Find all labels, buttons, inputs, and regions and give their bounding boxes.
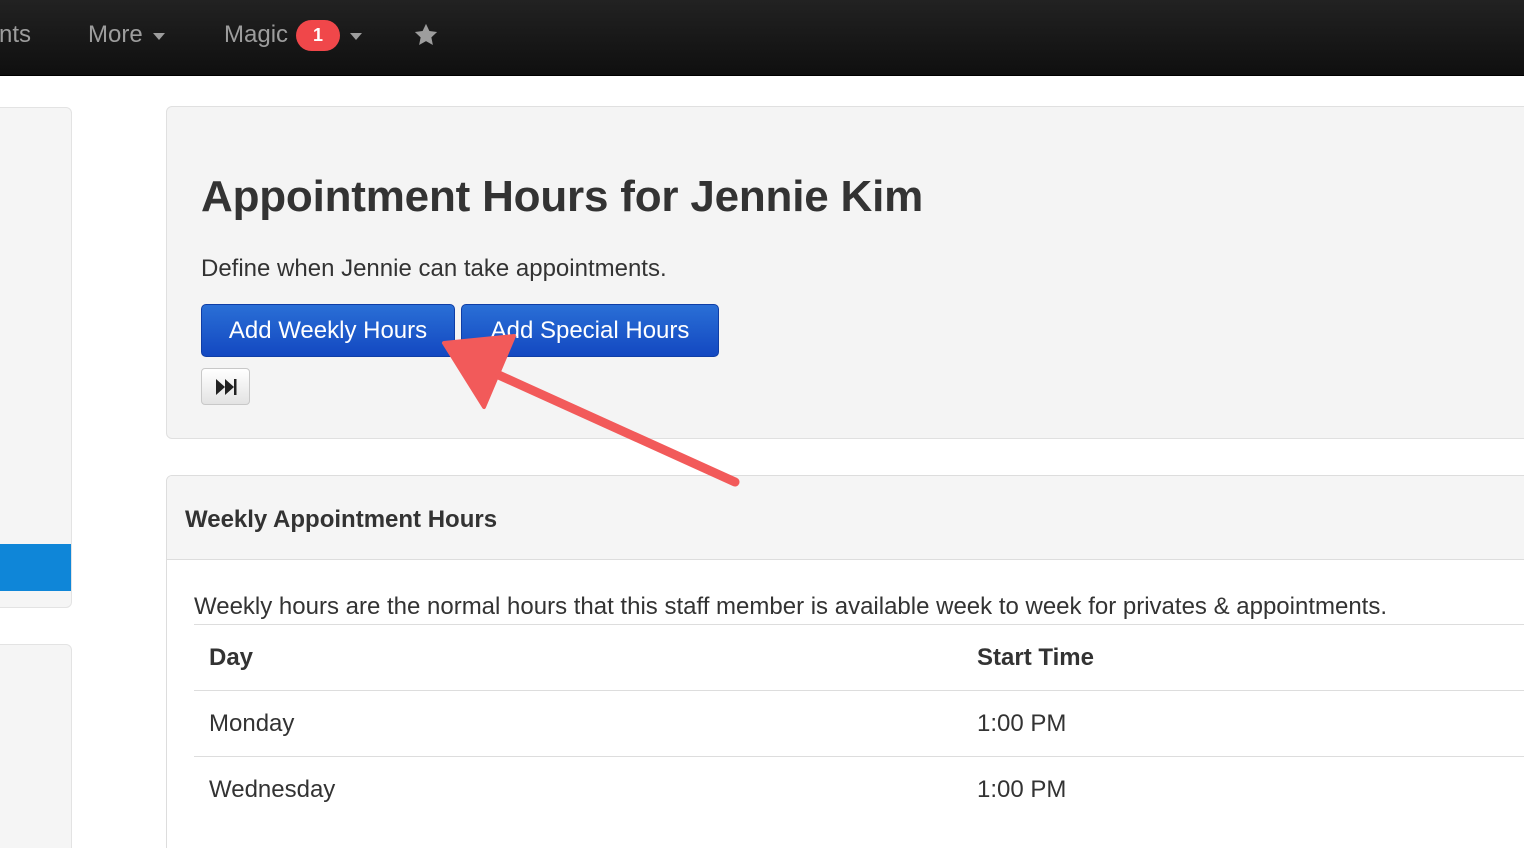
appointment-hours-header: Appointment Hours for Jennie Kim Define …: [166, 106, 1524, 439]
chevron-down-icon: [152, 32, 165, 40]
nav-item-partial[interactable]: nts: [0, 0, 31, 70]
day-cell: Monday: [194, 690, 962, 757]
favorites-button[interactable]: [412, 0, 440, 70]
table-row[interactable]: Wednesday 1:00 PM: [194, 756, 1524, 823]
panel-heading: Weekly Appointment Hours: [167, 476, 1524, 560]
sidebar-panel: [0, 107, 72, 608]
fast-forward-button[interactable]: [201, 368, 250, 405]
nav-magic-label: Magic: [224, 21, 289, 48]
nav-more-dropdown[interactable]: More: [88, 0, 165, 70]
top-navbar: nts More Magic 1: [0, 0, 1524, 76]
sidebar-panel-secondary: [0, 644, 72, 848]
table-row[interactable]: Monday 1:00 PM: [194, 690, 1524, 757]
panel-description: Weekly hours are the normal hours that t…: [194, 593, 1388, 620]
weekly-hours-panel: Weekly Appointment Hours Weekly hours ar…: [166, 475, 1524, 848]
add-weekly-hours-button[interactable]: Add Weekly Hours: [201, 304, 455, 357]
page-description: Define when Jennie can take appointments…: [201, 255, 667, 282]
weekly-hours-table: Day Start Time Monday 1:00 PM Wednesday …: [194, 624, 1524, 823]
add-special-hours-button[interactable]: Add Special Hours: [461, 304, 719, 357]
chevron-down-icon: [350, 32, 363, 40]
column-header-day: Day: [194, 624, 962, 691]
start-time-cell: 1:00 PM: [962, 690, 1524, 757]
column-header-start-time: Start Time: [962, 624, 1524, 691]
table-header-row: Day Start Time: [194, 624, 1524, 691]
nav-magic-dropdown[interactable]: Magic 1: [224, 0, 363, 70]
panel-title: Weekly Appointment Hours: [185, 506, 498, 533]
nav-more-label: More: [88, 21, 143, 48]
page-title: Appointment Hours for Jennie Kim: [201, 172, 924, 221]
notification-badge: 1: [296, 19, 341, 51]
sidebar-active-item[interactable]: [0, 544, 71, 591]
star-icon: [414, 23, 438, 46]
start-time-cell: 1:00 PM: [962, 756, 1524, 823]
page: nts More Magic 1 Appointment Hours for J…: [0, 0, 1524, 848]
fast-forward-icon: [215, 378, 236, 395]
day-cell: Wednesday: [194, 756, 962, 823]
